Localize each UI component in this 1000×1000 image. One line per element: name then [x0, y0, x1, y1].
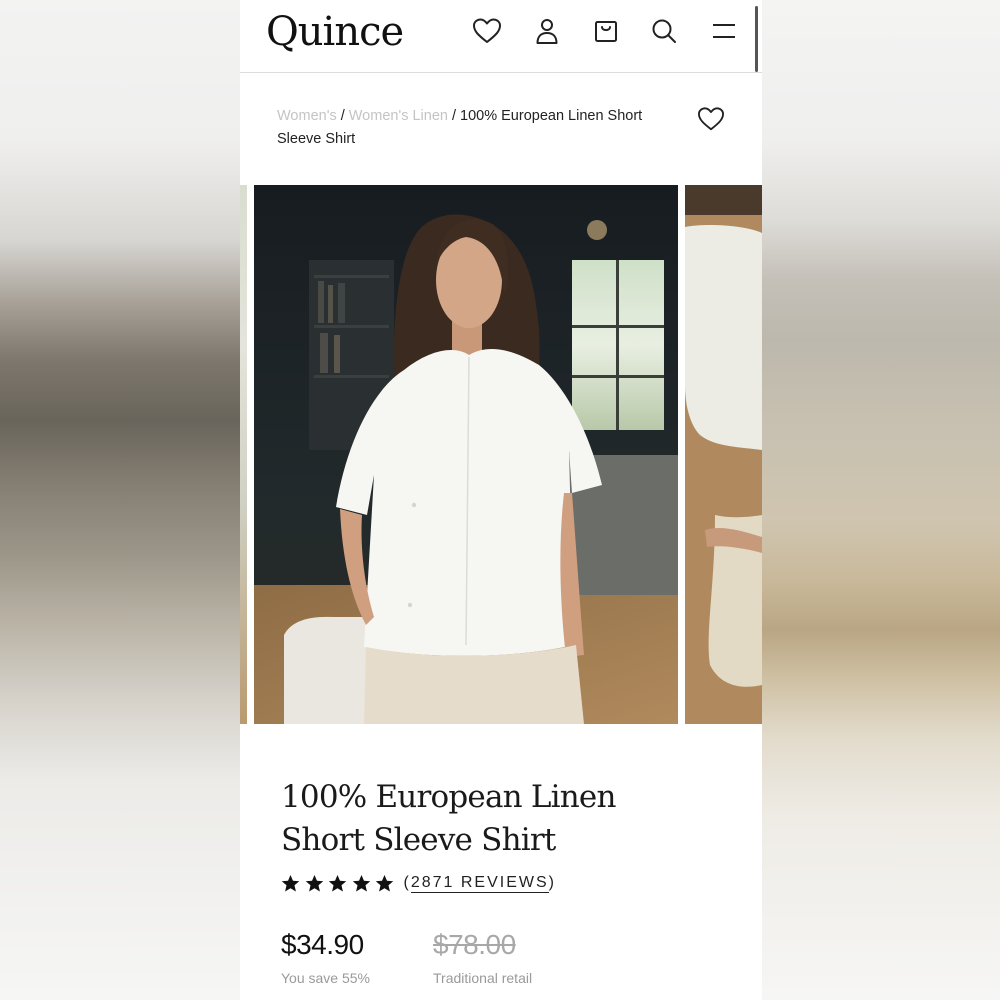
product-title: 100% European Linen Short Sleeve Shirt: [281, 779, 616, 858]
reviews-open-paren: (: [403, 874, 411, 891]
retail-price: $78.00: [433, 929, 516, 960]
quince-logo[interactable]: Quince: [266, 6, 404, 58]
savings-text: You save 55%: [281, 970, 370, 986]
breadcrumb: Women's / Women's Linen/100% European Line…: [277, 105, 687, 151]
search-icon[interactable]: [649, 16, 679, 46]
cart-icon[interactable]: [591, 16, 621, 46]
product-photo-model[interactable]: [254, 185, 678, 724]
breadcrumb-separator: /: [340, 108, 345, 124]
star-icon: [328, 874, 347, 891]
account-icon[interactable]: [532, 16, 562, 46]
backdrop-right: [762, 0, 1000, 1000]
star-icon: [375, 874, 394, 891]
menu-icon[interactable]: [709, 16, 739, 46]
reviews-count: (2871 REVIEWS): [403, 874, 556, 893]
breadcrumb-womens-linen[interactable]: Women's Linen: [349, 108, 448, 124]
retail-label: Traditional retail: [433, 970, 533, 986]
wishlist-heart-icon[interactable]: [472, 16, 502, 46]
next-slide-image[interactable]: [685, 185, 762, 724]
star-icon: [305, 874, 323, 891]
product-rating[interactable]: (2871 REVIEWS): [281, 870, 556, 896]
previous-slide-image[interactable]: [240, 185, 247, 724]
scrollbar[interactable]: [755, 6, 758, 72]
reviews-link[interactable]: 2871 REVIEWS: [410, 874, 549, 893]
breadcrumb-womens[interactable]: Women's: [277, 108, 337, 124]
reviews-close-paren: ): [548, 874, 556, 891]
star-icon: [352, 874, 370, 891]
breadcrumb-separator: /: [451, 108, 457, 124]
product-image-carousel[interactable]: [240, 185, 762, 724]
site-header: Quince: [240, 0, 762, 73]
star-icon: [281, 874, 300, 891]
backdrop-left: [0, 0, 240, 1000]
favorite-heart-icon[interactable]: [696, 104, 726, 134]
sale-price: $34.90: [281, 929, 364, 960]
phone-screen: Quince Women's / Women's Linen / 100% Eu…: [240, 0, 762, 1000]
